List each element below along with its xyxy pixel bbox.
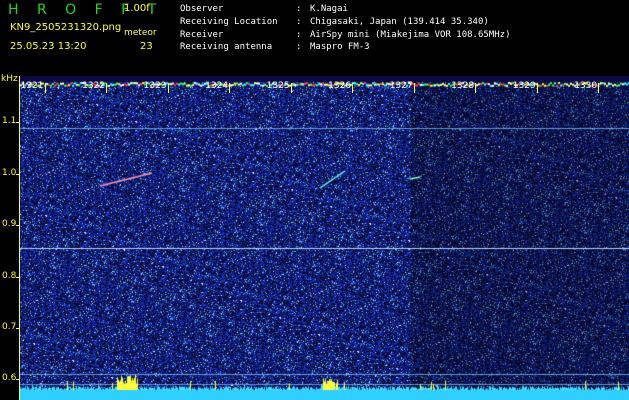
capture-datetime: 25.05.23 13:20 xyxy=(10,41,87,52)
station-info: Observer: K.Nagai Receiving Location: Chig… xyxy=(180,4,510,55)
x-tick xyxy=(536,83,538,93)
x-tick-label: 1325 xyxy=(266,81,290,91)
y-tick-label: 1.1 xyxy=(2,116,17,127)
file-name: KN9_2505231320.png xyxy=(10,22,122,33)
y-tick xyxy=(16,173,20,175)
y-axis-line xyxy=(19,76,20,400)
x-tick-label: 1322 xyxy=(82,81,106,91)
x-tick xyxy=(475,83,477,93)
meteor-label: meteor xyxy=(124,28,157,38)
x-tick xyxy=(44,83,46,93)
y-tick-label: 1.0 xyxy=(2,167,17,178)
x-tick xyxy=(598,83,600,93)
x-tick-label: 1330 xyxy=(574,81,598,91)
spectrogram xyxy=(0,76,629,400)
spectrogram-canvas xyxy=(20,76,629,400)
y-tick xyxy=(16,225,20,227)
x-tick-label: 1323 xyxy=(143,81,167,91)
y-tick-label: 0.8 xyxy=(2,270,17,281)
y-tick xyxy=(16,276,20,278)
x-tick-label: 1327 xyxy=(389,81,413,91)
info-row-antenna: Receiving antenna: Maspro FM-3 xyxy=(180,42,370,53)
x-tick-label: 1329 xyxy=(512,81,536,91)
y-axis-unit: kHz xyxy=(1,74,18,84)
y-tick-label: 0.6 xyxy=(2,373,17,384)
header-panel: H R O F F T 1.00f KN9_2505231320.png 25.… xyxy=(0,0,629,76)
x-tick-label: 1326 xyxy=(328,81,352,91)
y-tick-label: 0.9 xyxy=(2,219,17,230)
x-tick xyxy=(290,83,292,93)
info-row-observer: Observer: K.Nagai xyxy=(180,4,348,14)
x-tick xyxy=(413,83,415,93)
x-tick xyxy=(352,83,354,93)
meteor-count: 23 xyxy=(140,41,153,52)
x-tick xyxy=(167,83,169,93)
info-row-receiver: Receiver: AirSpy mini (Miakejima VOR 108.… xyxy=(180,29,511,40)
y-tick xyxy=(16,328,20,329)
x-tick-label: 1321 xyxy=(20,81,44,91)
x-tick-label: 1324 xyxy=(205,81,229,91)
app-version: 1.00f xyxy=(124,3,150,14)
x-tick xyxy=(106,83,108,93)
y-tick xyxy=(16,379,20,381)
y-tick-label: 0.7 xyxy=(2,322,17,332)
y-tick xyxy=(16,122,20,124)
x-tick-label: 1328 xyxy=(451,81,475,91)
info-row-location: Receiving Location: Chigasaki, Japan (139… xyxy=(180,16,489,27)
x-tick xyxy=(229,83,231,93)
